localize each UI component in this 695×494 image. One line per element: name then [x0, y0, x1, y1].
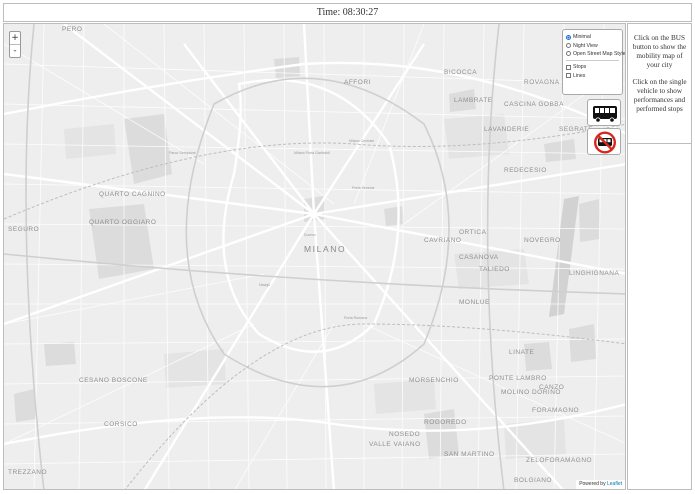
label-trezzano: TREZZANO: [8, 469, 47, 476]
label-rogoredo: ROGOREDO: [424, 419, 467, 426]
layer-option-night-view[interactable]: Night View: [566, 41, 619, 49]
label-quarto-cagnino: QUARTO CAGNINO: [99, 191, 166, 198]
label-milano: MILANO: [304, 244, 346, 254]
label-bicocca: BICOCCA: [444, 69, 477, 76]
info-panel: Click on the BUS button to show the mobi…: [627, 23, 692, 490]
label-bolgiano: BOLGIANO: [514, 477, 552, 484]
overlay-option-stops[interactable]: Stops: [566, 63, 619, 71]
label-cascina-gobba: CASCINA GOBBA: [504, 101, 564, 108]
layer-option-osm-style[interactable]: Open Street Map Style: [566, 50, 625, 58]
hide-bus-button[interactable]: [587, 128, 621, 155]
label-nosedo: NOSEDO: [389, 431, 420, 438]
label-cavriano: CAVRIANO: [424, 237, 461, 244]
label-taliedo: TALIEDO: [479, 266, 510, 273]
label-porta-venezia: Porta Venezia: [352, 186, 374, 190]
label-parco-sempione: Parco Sempione: [169, 151, 196, 155]
label-lambrate: LAMBRATE: [454, 97, 493, 104]
label-porta-romana: Porta Romana: [344, 316, 367, 320]
zoom-in-button[interactable]: +: [10, 32, 20, 45]
radio-osm-style[interactable]: [566, 51, 571, 57]
label-novegro: NOVEGRO: [524, 237, 561, 244]
label-canzo: CANZO: [539, 384, 564, 391]
map-tiles: MILANO QUARTO OGGIARO AFFORI BICOCCA ROV…: [4, 24, 625, 489]
label-pero: PERO: [62, 26, 82, 33]
info-box: Click on the BUS button to show the mobi…: [628, 24, 691, 144]
label-ortica: ORTICA: [459, 229, 487, 236]
zoom-out-button[interactable]: -: [10, 45, 20, 58]
time-label: Time: 08:30:27: [316, 7, 379, 18]
overlay-option-lines[interactable]: Lines: [566, 72, 619, 80]
label-monlue: MONLUE: [459, 299, 490, 306]
info-text-vehicle: Click on the single vehicle to show perf…: [632, 78, 687, 113]
label-seguro: SEGURO: [8, 226, 39, 233]
label-zeloforamagno: ZELOFORAMAGNO: [526, 457, 592, 464]
info-text-bus: Click on the BUS button to show the mobi…: [632, 34, 687, 69]
label-linghignana: LINGHIGNANA: [569, 270, 619, 277]
label-affori: AFFORI: [344, 79, 371, 86]
label-porta-garibaldi: Milano Porta Garibaldi: [294, 151, 330, 155]
checkbox-lines[interactable]: [566, 73, 571, 79]
layer-control: Minimal Night View Open Street Map Style…: [562, 29, 625, 95]
label-redecesio: REDECESIO: [504, 167, 547, 174]
radio-minimal[interactable]: [566, 34, 571, 40]
city-map[interactable]: MILANO QUARTO OGGIARO AFFORI BICOCCA ROV…: [3, 23, 626, 490]
layer-separator: [566, 60, 619, 62]
label-duomo: Duomo: [304, 233, 316, 237]
label-cesano-boscone: CESANO BOSCONE: [79, 377, 148, 384]
map-attribution: Powered by Leaflet: [576, 480, 625, 489]
no-bus-icon: [594, 131, 616, 154]
label-foramagno: FORAMAGNO: [532, 407, 579, 414]
label-lavanderie: LAVANDERIE: [484, 126, 529, 133]
label-casanova: CASANOVA: [459, 254, 499, 261]
bus-icon: [593, 106, 617, 123]
radio-night-view[interactable]: [566, 43, 571, 49]
label-san-martino: SAN MARTINO: [444, 451, 495, 458]
label-rovagna: ROVAGNA: [524, 79, 560, 86]
label-navigli: Navigli: [259, 283, 270, 287]
label-quarto-oggiaro: QUARTO OGGIARO: [89, 219, 156, 226]
label-corsico: CORSICO: [104, 421, 138, 428]
label-centrale: Milano Centrale: [349, 139, 374, 143]
label-valle-vaiano: VALLE VAIANO: [369, 441, 421, 448]
checkbox-stops[interactable]: [566, 64, 571, 70]
bus-button[interactable]: [587, 99, 621, 126]
label-morsenchio: MORSENCHIO: [409, 377, 459, 384]
time-bar: Time: 08:30:27: [3, 3, 692, 22]
label-ponte-lambro: PONTE LAMBRO: [489, 375, 547, 382]
zoom-control: + -: [9, 31, 21, 58]
label-linate: LINATE: [509, 349, 534, 356]
layer-option-minimal[interactable]: Minimal: [566, 33, 619, 41]
leaflet-link[interactable]: Leaflet: [607, 481, 622, 487]
